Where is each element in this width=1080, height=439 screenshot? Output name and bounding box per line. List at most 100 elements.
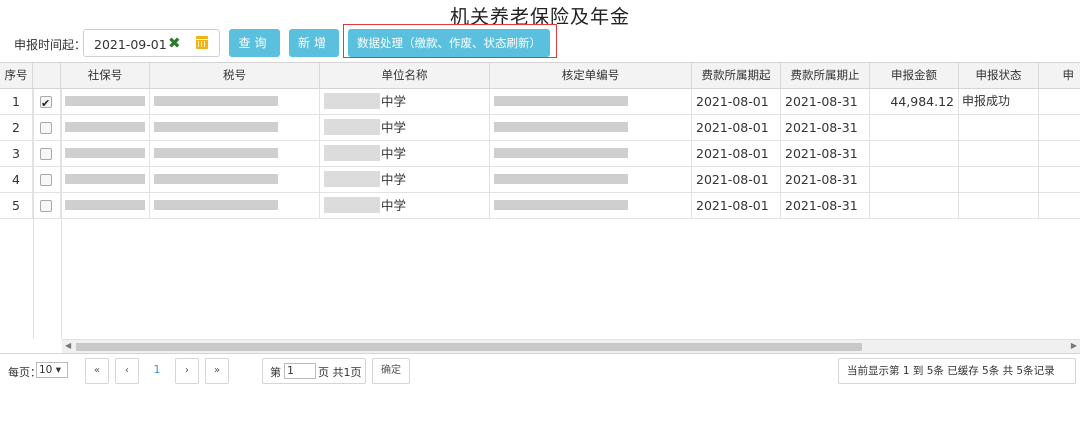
- row-select-cell: [33, 193, 61, 218]
- period-start-value[interactable]: 2021-09-01: [94, 37, 167, 52]
- unit-name-suffix: 中学: [381, 146, 407, 161]
- period-start-cell: 2021-08-01: [692, 141, 781, 166]
- amount-cell: [870, 115, 959, 140]
- table-header: 序号 社保号 税号 单位名称 核定单编号 费款所属期起 费款所属期止 申报金额 …: [0, 63, 1080, 89]
- next-page-button[interactable]: ›: [175, 358, 199, 384]
- page-prefix: 第: [270, 366, 281, 379]
- redacted-value: [65, 122, 145, 132]
- unit-name-cell: 中学: [320, 167, 490, 192]
- period-start-field[interactable]: 2021-09-01 ✖: [83, 29, 220, 57]
- unit-name-suffix: 中学: [381, 172, 407, 187]
- period-start-cell: 2021-08-01: [692, 193, 781, 218]
- period-start-label: 申报时间起：: [14, 38, 87, 52]
- col-period-end[interactable]: 费款所属期止: [781, 63, 870, 89]
- calendar-icon[interactable]: [196, 36, 208, 49]
- prev-page-button[interactable]: ‹: [115, 358, 139, 384]
- page-total: 页 共1页: [318, 366, 362, 379]
- col-amount[interactable]: 申报金额: [870, 63, 959, 89]
- first-page-button[interactable]: «: [85, 358, 109, 384]
- redacted-value: [154, 148, 278, 158]
- period-end-cell: 2021-08-31: [781, 193, 870, 218]
- period-start-cell: 2021-08-01: [692, 89, 781, 114]
- redacted-value: [324, 197, 380, 213]
- overflow-cell: [1039, 89, 1080, 114]
- status-cell: 申报成功: [959, 89, 1039, 114]
- amount-cell: [870, 141, 959, 166]
- toolbar: 申报时间起： 2021-09-01 ✖ 查询 新增 数据处理（缴款、作废、状态刷…: [0, 24, 1080, 58]
- col-unit-name[interactable]: 单位名称: [320, 63, 490, 89]
- scroll-left-icon[interactable]: ◀: [65, 341, 71, 350]
- row-select-cell: [33, 89, 61, 114]
- table-row[interactable]: 2 中学 2021-08-01 2021-08-31: [0, 115, 1080, 141]
- col-period-start[interactable]: 费款所属期起: [692, 63, 781, 89]
- row-select-cell: [33, 115, 61, 140]
- record-summary: 当前显示第 1 到 5条 已缓存 5条 共 5条记录: [838, 358, 1076, 384]
- period-start-cell: 2021-08-01: [692, 167, 781, 192]
- row-index: 3: [0, 141, 33, 166]
- social-security-no-cell: [61, 89, 150, 114]
- add-button[interactable]: 新增: [289, 29, 339, 57]
- status-cell: [959, 115, 1039, 140]
- unit-name-cell: 中学: [320, 193, 490, 218]
- row-checkbox[interactable]: [40, 148, 52, 160]
- period-start-cell: 2021-08-01: [692, 115, 781, 140]
- col-overflow[interactable]: 申: [1039, 63, 1080, 89]
- unit-name-cell: 中学: [320, 115, 490, 140]
- data-process-button[interactable]: 数据处理（缴款、作废、状态刷新）: [348, 29, 550, 57]
- redacted-value: [65, 96, 145, 106]
- confirm-button[interactable]: 确定: [372, 358, 410, 384]
- status-cell: [959, 193, 1039, 218]
- current-page-number[interactable]: 1: [145, 358, 169, 384]
- tax-no-cell: [150, 115, 320, 140]
- overflow-cell: [1039, 115, 1080, 140]
- status-cell: [959, 141, 1039, 166]
- social-security-no-cell: [61, 115, 150, 140]
- row-checkbox[interactable]: [40, 174, 52, 186]
- assessment-no-cell: [490, 141, 692, 166]
- period-end-cell: 2021-08-31: [781, 167, 870, 192]
- table-row[interactable]: 3 中学 2021-08-01 2021-08-31: [0, 141, 1080, 167]
- period-end-cell: 2021-08-31: [781, 115, 870, 140]
- assessment-no-cell: [490, 115, 692, 140]
- redacted-value: [154, 174, 278, 184]
- row-checkbox[interactable]: [40, 122, 52, 134]
- query-button[interactable]: 查询: [229, 29, 280, 57]
- assessment-no-cell: [490, 89, 692, 114]
- assessment-no-cell: [490, 193, 692, 218]
- col-social-security-no[interactable]: 社保号: [61, 63, 150, 89]
- scroll-right-icon[interactable]: ▶: [1071, 341, 1077, 350]
- last-page-button[interactable]: »: [205, 358, 229, 384]
- row-index: 1: [0, 89, 33, 114]
- per-page-select[interactable]: 10 ▾: [36, 362, 68, 378]
- table-row[interactable]: 1 中学 2021-08-012021-08-3144,984.12申报成功: [0, 89, 1080, 115]
- col-tax-no[interactable]: 税号: [150, 63, 320, 89]
- overflow-cell: [1039, 193, 1080, 218]
- declaration-table: 序号 社保号 税号 单位名称 核定单编号 费款所属期起 费款所属期止 申报金额 …: [0, 62, 1080, 354]
- col-status[interactable]: 申报状态: [959, 63, 1039, 89]
- redacted-value: [494, 148, 628, 158]
- redacted-value: [494, 96, 628, 106]
- clear-icon[interactable]: ✖: [168, 35, 181, 51]
- page-jump-input[interactable]: 1: [284, 363, 316, 379]
- col-assessment-no[interactable]: 核定单编号: [490, 63, 692, 89]
- unit-name-suffix: 中学: [381, 120, 407, 135]
- row-index: 2: [0, 115, 33, 140]
- redacted-value: [65, 200, 145, 210]
- row-index: 5: [0, 193, 33, 218]
- table-row[interactable]: 5 中学 2021-08-01 2021-08-31: [0, 193, 1080, 219]
- horizontal-scrollbar[interactable]: ◀ ▶: [62, 339, 1080, 353]
- row-checkbox[interactable]: [40, 200, 52, 212]
- table-row[interactable]: 4 中学 2021-08-01 2021-08-31: [0, 167, 1080, 193]
- redacted-value: [154, 96, 278, 106]
- tax-no-cell: [150, 167, 320, 192]
- pagination-bar: 每页： 10 ▾ « ‹ 1 › » 第 1 页 共1页 确定 当前显示第 1 …: [0, 356, 1080, 384]
- social-security-no-cell: [61, 141, 150, 166]
- scrollbar-thumb[interactable]: [76, 343, 862, 351]
- redacted-value: [65, 148, 145, 158]
- social-security-no-cell: [61, 193, 150, 218]
- col-index: 序号: [0, 63, 33, 89]
- redacted-value: [324, 119, 380, 135]
- row-select-cell: [33, 167, 61, 192]
- row-checkbox[interactable]: [40, 91, 52, 114]
- overflow-cell: [1039, 141, 1080, 166]
